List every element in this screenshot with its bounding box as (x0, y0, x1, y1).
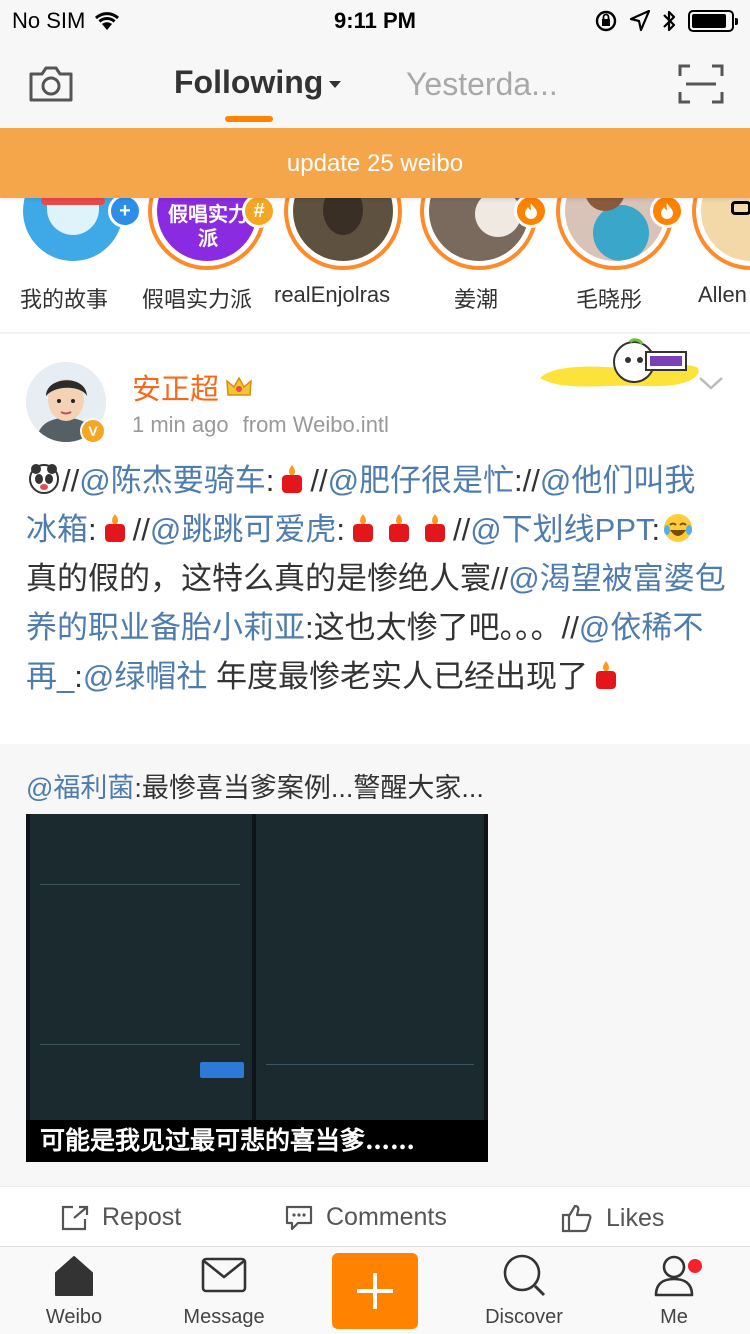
tab-bar: Weibo Message Discover Me (0, 1246, 750, 1334)
story-ring (420, 198, 548, 270)
likes-label: Likes (606, 1203, 665, 1232)
battery-icon (688, 10, 738, 32)
tab-me[interactable]: Me (604, 1253, 744, 1329)
stories-bar: + 我的故事 假唱实力派 # 假唱实力派 realEnjolras 姜潮 毛晓彤… (0, 198, 750, 332)
candle-emoji-icon (590, 656, 622, 689)
comments-button[interactable]: Comments (284, 1203, 447, 1232)
status-bar: No SIM 9:11 PM (0, 0, 750, 40)
repost-button[interactable]: Repost (60, 1203, 181, 1232)
fire-icon (514, 198, 548, 228)
story-avatar (293, 198, 393, 261)
comments-label: Comments (326, 1203, 447, 1231)
active-tab-indicator (225, 116, 273, 122)
nav-bar: Following Yesterda... (0, 40, 750, 128)
tab-weibo[interactable]: Weibo (4, 1253, 144, 1329)
camera-icon[interactable] (28, 64, 74, 104)
author-row: 安正超 (132, 366, 253, 408)
mention-link[interactable]: @肥仔很是忙 (328, 463, 514, 498)
fire-icon (650, 198, 684, 228)
search-icon (503, 1254, 546, 1297)
laugh-cry-emoji-icon (662, 509, 694, 542)
candle-emoji-icon (276, 460, 308, 493)
tab-following-label: Following (174, 64, 324, 100)
bluetooth-icon (663, 10, 676, 32)
reposted-weibo[interactable]: @福利菌:最惨喜当爹案例...警醒大家... 可能是我见过最可悲的喜当爹…… (0, 744, 750, 1186)
post-meta: 1 min ago from Weibo.intl (132, 412, 403, 438)
post-source: from Weibo.intl (242, 412, 389, 437)
story-label: Allen (698, 282, 747, 307)
candle-emoji-icon (99, 509, 131, 542)
update-banner[interactable]: update 25 weibo (0, 128, 750, 198)
scan-icon[interactable] (678, 64, 724, 104)
crown-icon (226, 376, 252, 396)
mention-link[interactable]: @福利菌 (26, 773, 134, 803)
repost-text: @福利菌:最惨喜当爹案例...警醒大家... (26, 773, 484, 803)
add-story-icon: + (108, 198, 142, 228)
story-ring: + (14, 198, 142, 270)
repost-image[interactable]: 可能是我见过最可悲的喜当爹…… (26, 814, 488, 1162)
post-text: //@陈杰要骑车://@肥仔很是忙://@他们叫我冰箱://@跳跳可爱虎://@… (26, 456, 726, 701)
tab-yesterday[interactable]: Yesterda... (406, 66, 566, 103)
image-caption: 可能是我见过最可悲的喜当爹…… (26, 1120, 488, 1162)
tab-following[interactable]: Following (174, 64, 342, 101)
tab-label: Discover (485, 1306, 563, 1328)
author-name[interactable]: 安正超 (132, 366, 219, 408)
post-time: 1 min ago (132, 412, 229, 437)
story-ring (556, 198, 684, 270)
mention-link[interactable]: @陈杰要骑车 (79, 463, 265, 498)
envelope-icon (201, 1257, 247, 1293)
verified-badge-icon: V (80, 418, 106, 444)
sticker-icon (540, 338, 699, 387)
repost-label: Repost (102, 1203, 182, 1231)
story-ring (284, 198, 402, 270)
likes-button[interactable]: Likes (560, 1203, 664, 1233)
mention-link[interactable]: @跳跳可爱虎 (150, 512, 336, 547)
home-icon (55, 1256, 93, 1296)
mention-link[interactable]: @下划线PPT (470, 512, 651, 547)
tab-message[interactable]: Message (154, 1253, 294, 1329)
story-avatar (701, 198, 750, 261)
chevron-down-icon[interactable] (698, 374, 724, 392)
candle-emoji-icon (419, 509, 451, 542)
tab-label: Weibo (45, 1306, 103, 1328)
panda-emoji-icon (28, 460, 60, 494)
thumbs-up-icon (561, 1204, 592, 1233)
screenshot-panel (256, 814, 484, 1128)
notification-dot (688, 1259, 702, 1273)
hashtag-icon: # (242, 198, 276, 228)
tab-discover[interactable]: Discover (454, 1253, 594, 1329)
post-actions: Repost Comments Likes (0, 1186, 750, 1248)
compose-button[interactable] (332, 1253, 418, 1329)
repost-icon (61, 1205, 89, 1230)
weibo-post[interactable]: V 安正超 1 min ago from Weibo.intl //@陈杰要骑车:… (0, 334, 750, 744)
story-ring (692, 198, 750, 270)
status-icons (594, 9, 738, 33)
plus-icon (357, 1273, 393, 1309)
story-ring: 假唱实力派 # (148, 198, 276, 270)
candle-emoji-icon (347, 509, 379, 542)
chevron-down-icon (329, 81, 342, 88)
comment-icon (285, 1205, 313, 1230)
location-icon (630, 10, 650, 32)
mention-link[interactable]: @绿帽社 (83, 659, 207, 694)
tab-label: Me (660, 1306, 688, 1328)
story-label: realEnjolras (274, 282, 391, 307)
candle-emoji-icon (383, 509, 415, 542)
screenshot-panel (30, 814, 252, 1128)
rotation-lock-icon (595, 10, 617, 32)
tab-label: Message (183, 1306, 265, 1328)
